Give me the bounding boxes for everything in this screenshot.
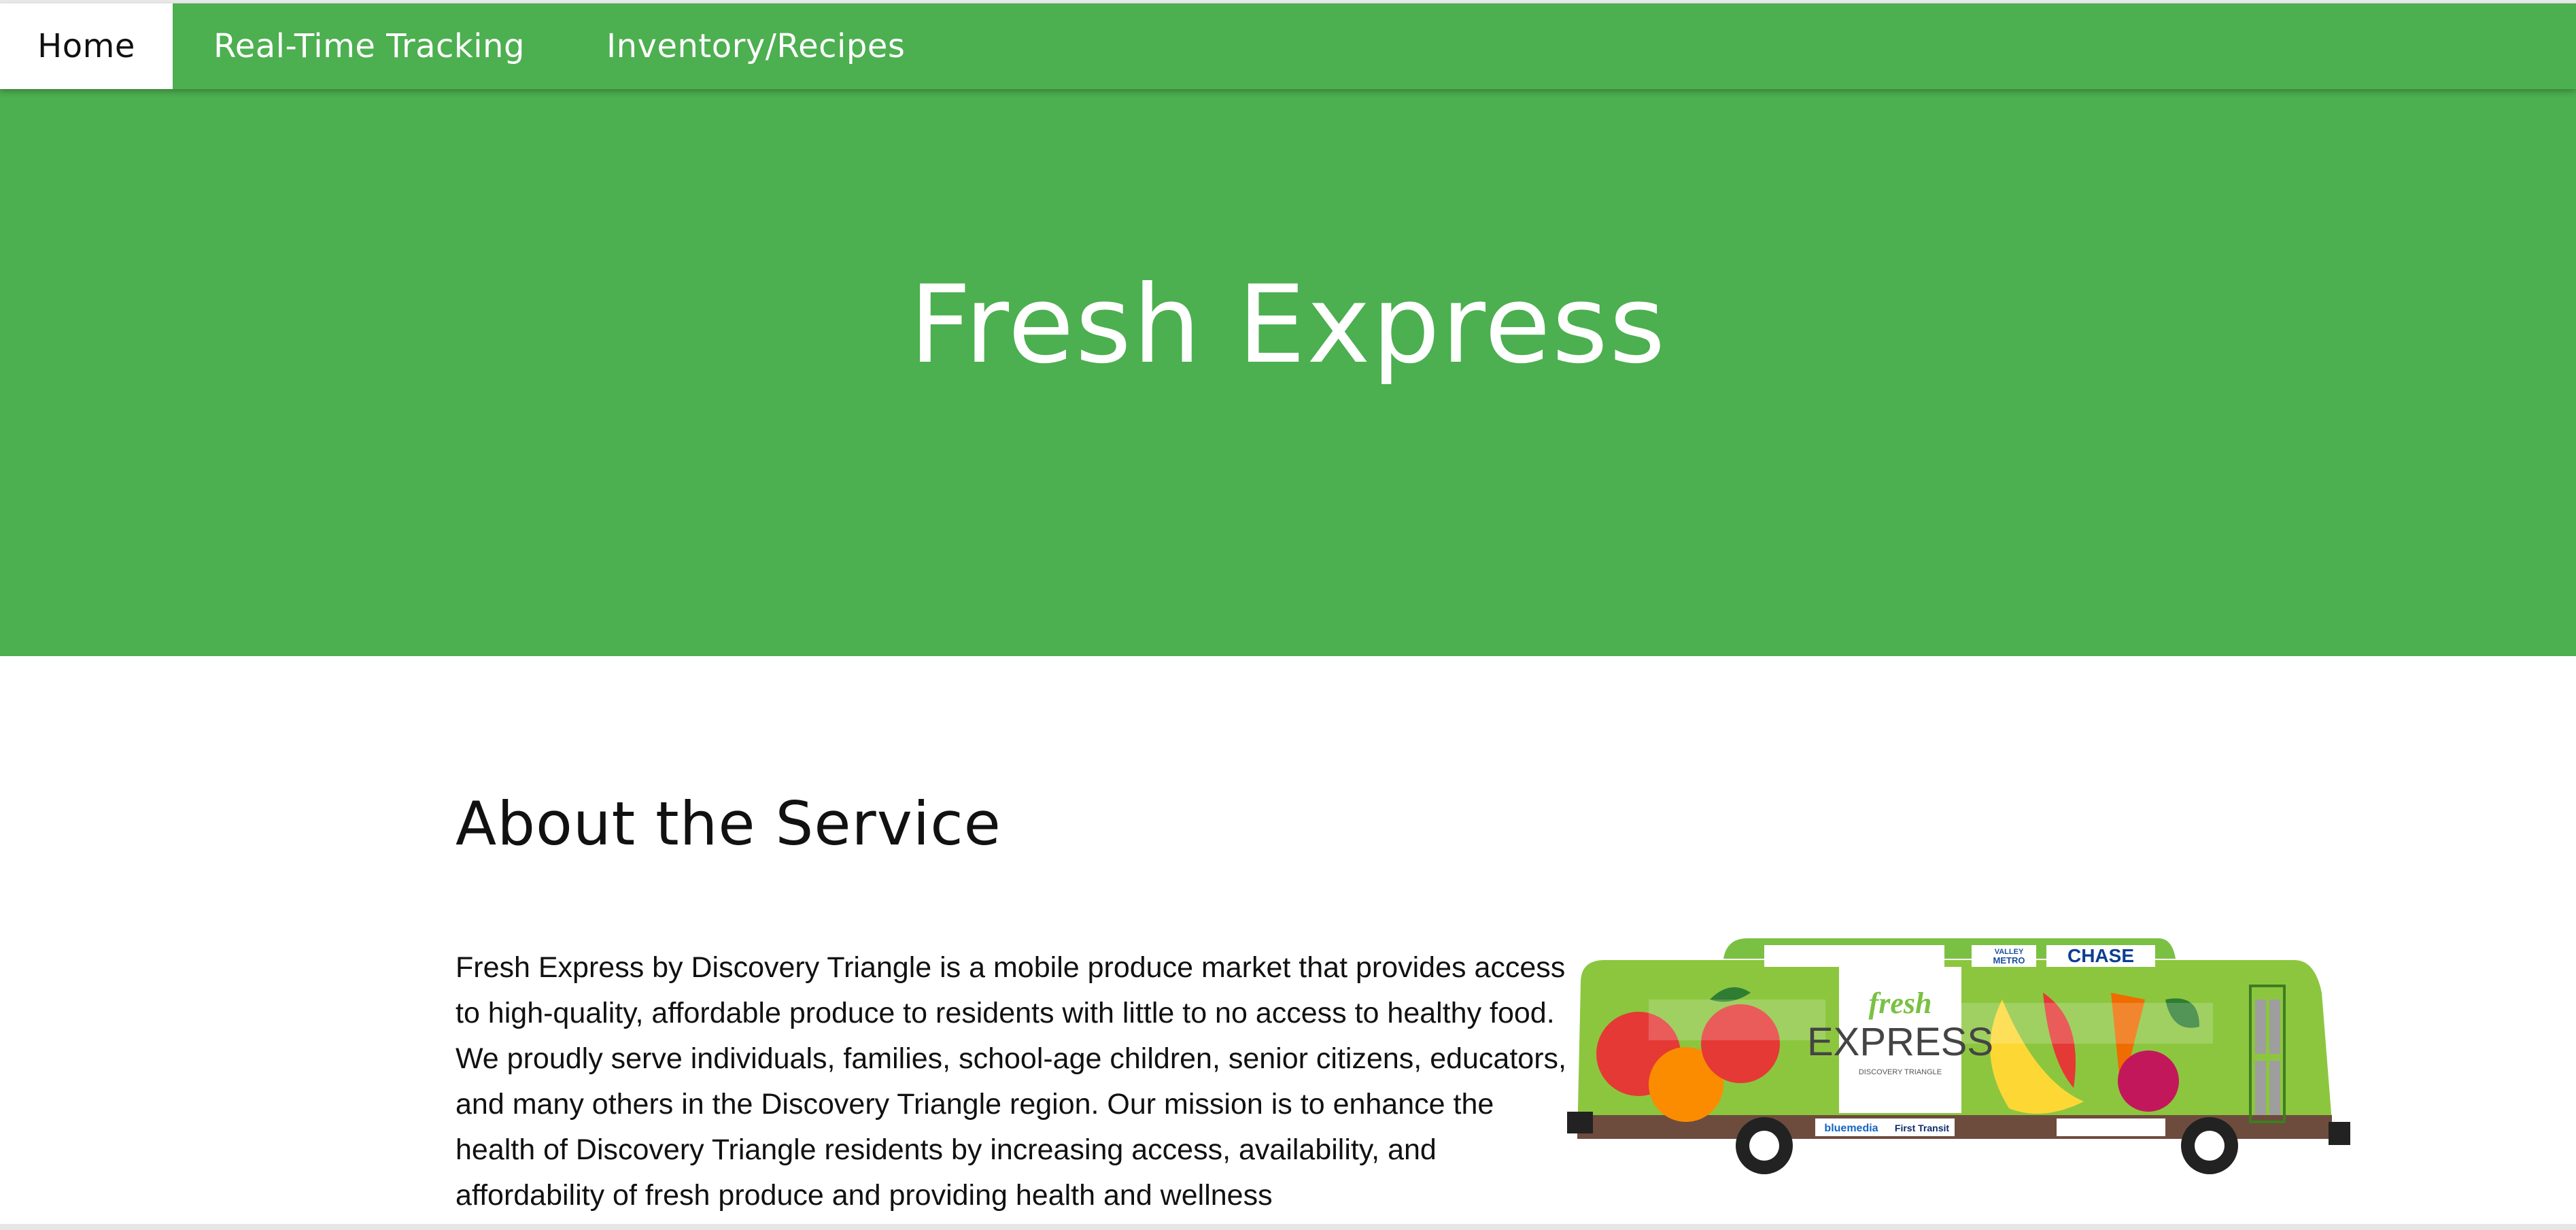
bus-logo-fresh: fresh bbox=[1869, 987, 1932, 1020]
page-title: Fresh Express bbox=[909, 262, 1667, 388]
about-section: About the Service Fresh Express by Disco… bbox=[456, 789, 2359, 1212]
bus-sponsor-first-transit: First Transit bbox=[1895, 1123, 1949, 1133]
nav-real-time-tracking[interactable]: Real-Time Tracking bbox=[173, 3, 566, 89]
bus-logo-discovery-triangle: DISCOVERY TRIANGLE bbox=[1859, 1068, 1942, 1076]
hero-banner: Fresh Express bbox=[0, 89, 2576, 656]
bus-sponsor-metro: METRO bbox=[1993, 955, 2025, 966]
nav-home[interactable]: Home bbox=[0, 3, 173, 89]
bus-sponsor-chase: CHASE bbox=[2067, 945, 2134, 966]
fresh-express-bus-image: fresh EXPRESS DISCOVERY TRIANGLE CHASE V… bbox=[1567, 938, 2350, 1174]
nav-inventory-recipes[interactable]: Inventory/Recipes bbox=[566, 3, 946, 89]
section-heading: About the Service bbox=[456, 789, 1001, 859]
bottom-border bbox=[0, 1224, 2576, 1230]
bus-sponsor-bluemedia: bluemedia bbox=[1824, 1123, 1878, 1134]
about-paragraph: Fresh Express by Discovery Triangle is a… bbox=[456, 951, 1566, 1212]
bus-logo-express: EXPRESS bbox=[1807, 1020, 1993, 1064]
top-navigation: Home Real-Time Tracking Inventory/Recipe… bbox=[0, 3, 2576, 89]
